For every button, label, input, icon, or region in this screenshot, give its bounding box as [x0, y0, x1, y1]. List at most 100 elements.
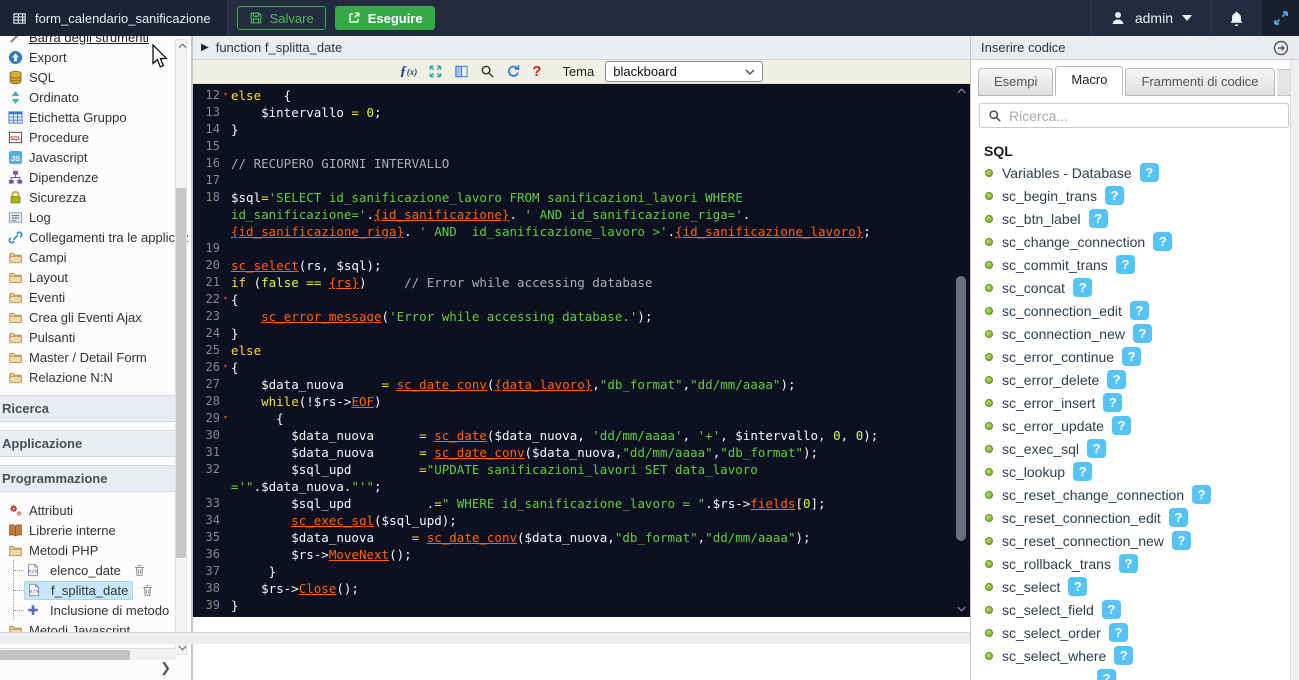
code-line[interactable]: 39}: [193, 597, 970, 614]
macro-item-sc-change-connection[interactable]: sc_change_connection?: [971, 230, 1299, 253]
method-pill[interactable]: </>elenco_date: [24, 562, 125, 579]
help-badge[interactable]: ?: [1102, 600, 1121, 619]
help-badge[interactable]: ?: [1073, 462, 1092, 481]
macro-item-sc-select[interactable]: sc_select?: [971, 575, 1299, 598]
code-line[interactable]: 34 sc_exec_sql($sql_upd);: [193, 512, 970, 529]
tab-frammenti-di-codice[interactable]: Frammenti di codice: [1125, 68, 1274, 96]
tree-item-f-splitta-date[interactable]: </>f_splitta_date: [14, 580, 176, 600]
macro-item-label[interactable]: sc_error_update: [1002, 418, 1104, 434]
code-editor[interactable]: 12▾else {13 $intervallo = 0;14}15 16// R…: [193, 84, 970, 617]
help-badge[interactable]: ?: [1122, 347, 1141, 366]
macro-item-sc-error-continue[interactable]: sc_error_continue?: [971, 345, 1299, 368]
sidebar-item-procedure[interactable]: SQLProcedure: [0, 127, 176, 147]
bottom-scrollbar-strip[interactable]: [0, 632, 970, 644]
fold-arrow-icon[interactable]: ▾: [220, 291, 231, 308]
help-badge[interactable]: ?: [1105, 186, 1124, 205]
panel-scrollbar-track[interactable]: [1290, 60, 1299, 680]
notifications-button[interactable]: [1211, 0, 1262, 36]
fold-arrow-icon[interactable]: ▾: [220, 359, 231, 376]
macro-item-sc-select-field[interactable]: sc_select_field?: [971, 598, 1299, 621]
code-line[interactable]: {id_sanificazione_riga}. ' AND id_sanifi…: [193, 223, 970, 240]
macro-item-label[interactable]: sc_commit_trans: [1002, 257, 1108, 273]
macro-item-variables-database[interactable]: Variables - Database?: [971, 161, 1299, 184]
help-badge[interactable]: ?: [1089, 209, 1108, 228]
code-line[interactable]: 25else: [193, 342, 970, 359]
macro-item-label[interactable]: sc_error_delete: [1002, 372, 1099, 388]
sidebar-section-programmazione[interactable]: Programmazione: [0, 465, 176, 492]
sidebar-item-crea-gli-eventi-ajax[interactable]: Crea gli Eventi Ajax: [0, 307, 176, 327]
theme-select[interactable]: blackboard: [605, 61, 763, 82]
tab-esempi[interactable]: Esempi: [978, 68, 1053, 96]
tab-macro[interactable]: Macro: [1055, 66, 1123, 96]
sidebar-item-eventi[interactable]: Eventi: [0, 287, 176, 307]
editor-scroll-down-icon[interactable]: [955, 604, 968, 614]
macro-item-sc-btn-label[interactable]: sc_btn_label?: [971, 207, 1299, 230]
fold-arrow-icon[interactable]: ▾: [220, 87, 231, 104]
editor-vertical-scrollbar[interactable]: [955, 86, 968, 614]
collapse-panel-icon[interactable]: [1273, 40, 1289, 56]
split-columns-icon[interactable]: [454, 64, 469, 79]
code-line[interactable]: 24}: [193, 325, 970, 342]
macro-item-sc-select-order[interactable]: sc_select_order?: [971, 621, 1299, 644]
macro-item-label[interactable]: sc_btn_label: [1002, 211, 1081, 227]
code-line[interactable]: 35 $data_nuova = sc_date_conv($data_nuov…: [193, 529, 970, 546]
help-badge[interactable]: ?: [1112, 416, 1131, 435]
refresh-icon[interactable]: [506, 64, 521, 79]
sidebar-hscrollbar-thumb[interactable]: [0, 650, 130, 660]
macro-item-sc-lookup[interactable]: sc_lookup?: [971, 460, 1299, 483]
code-line[interactable]: ='".$data_nuova."'";: [193, 478, 970, 495]
code-line[interactable]: 17: [193, 172, 970, 189]
fold-arrow-icon[interactable]: ▾: [220, 410, 231, 427]
macro-item-label[interactable]: sc_lookup: [1002, 464, 1065, 480]
sidebar-item-librerie-interne[interactable]: Librerie interne: [0, 520, 176, 540]
macro-item-label[interactable]: sc_connection_new: [1002, 326, 1125, 342]
sidebar-item-metodi-php[interactable]: Metodi PHP: [0, 540, 176, 560]
help-badge[interactable]: ?: [1172, 531, 1191, 550]
help-badge[interactable]: ?: [1169, 508, 1188, 527]
help-badge[interactable]: ?: [1133, 324, 1152, 343]
code-line[interactable]: 19: [193, 240, 970, 257]
macro-item-label[interactable]: sc_change_connection: [1002, 234, 1145, 250]
help-badge[interactable]: ?: [1116, 255, 1135, 274]
code-line[interactable]: 22▾{: [193, 291, 970, 308]
help-badge[interactable]: ?: [1192, 485, 1211, 504]
macro-item-label[interactable]: sc_rollback_trans: [1002, 556, 1111, 572]
macro-item-sc-reset-connection-edit[interactable]: sc_reset_connection_edit?: [971, 506, 1299, 529]
macro-search-input[interactable]: [1009, 108, 1280, 124]
tree-item-inclusione-di-metodo[interactable]: Inclusione di metodo: [14, 600, 176, 620]
macro-item-sc-connection-edit[interactable]: sc_connection_edit?: [971, 299, 1299, 322]
code-line[interactable]: 14}: [193, 121, 970, 138]
scroll-up-icon[interactable]: [176, 40, 188, 52]
macro-item-label[interactable]: sc_reset_connection_edit: [1002, 510, 1161, 526]
sidebar-item-export[interactable]: Export: [0, 47, 176, 67]
code-line[interactable]: 23 sc_error_message('Error while accessi…: [193, 308, 970, 325]
sidebar-vertical-scrollbar[interactable]: [175, 39, 187, 655]
macro-item-sc-rollback-trans[interactable]: sc_rollback_trans?: [971, 552, 1299, 575]
sidebar-item-dipendenze[interactable]: Dipendenze: [0, 167, 176, 187]
search-code-icon[interactable]: [480, 64, 495, 79]
code-line[interactable]: 30 $data_nuova = sc_date($data_nuova, 'd…: [193, 427, 970, 444]
macro-search-box[interactable]: [979, 103, 1289, 128]
code-line[interactable]: id_sanificazione='.{id_sanificazione}. '…: [193, 206, 970, 223]
code-line[interactable]: 32 $sql_upd ="UPDATE sanificazioni_lavor…: [193, 461, 970, 478]
sidebar-item-log[interactable]: Log: [0, 207, 176, 227]
help-badge[interactable]: ?: [1109, 623, 1128, 642]
help-badge[interactable]: ?: [1130, 301, 1149, 320]
help-badge[interactable]: ?: [1140, 163, 1159, 182]
macro-item-label[interactable]: Variables - Database: [1002, 165, 1132, 181]
macro-item-label[interactable]: sc_error_continue: [1002, 349, 1114, 365]
macro-item-sc-error-delete[interactable]: sc_error_delete?: [971, 368, 1299, 391]
editor-scrollbar-thumb[interactable]: [956, 276, 966, 541]
sidebar-item-ordinato[interactable]: Ordinato: [0, 87, 176, 107]
macro-item-label[interactable]: sc_exec_sql: [1002, 441, 1079, 457]
code-line[interactable]: 29▾ {: [193, 410, 970, 427]
sidebar-scrollbar-thumb[interactable]: [176, 188, 186, 558]
sidebar-horizontal-scrollbar[interactable]: [0, 648, 176, 660]
macro-item-label[interactable]: sc_concat: [1002, 280, 1065, 296]
code-line[interactable]: 16// RECUPERO GIORNI INTERVALLO: [193, 155, 970, 172]
function-header[interactable]: ▶ function f_splitta_date: [193, 36, 970, 60]
macro-item-label[interactable]: sc_select_order: [1002, 625, 1101, 641]
macro-item-sc-begin-trans[interactable]: sc_begin_trans?: [971, 184, 1299, 207]
help-badge[interactable]: ?: [1119, 554, 1138, 573]
sidebar-item-sicurezza[interactable]: Sicurezza: [0, 187, 176, 207]
